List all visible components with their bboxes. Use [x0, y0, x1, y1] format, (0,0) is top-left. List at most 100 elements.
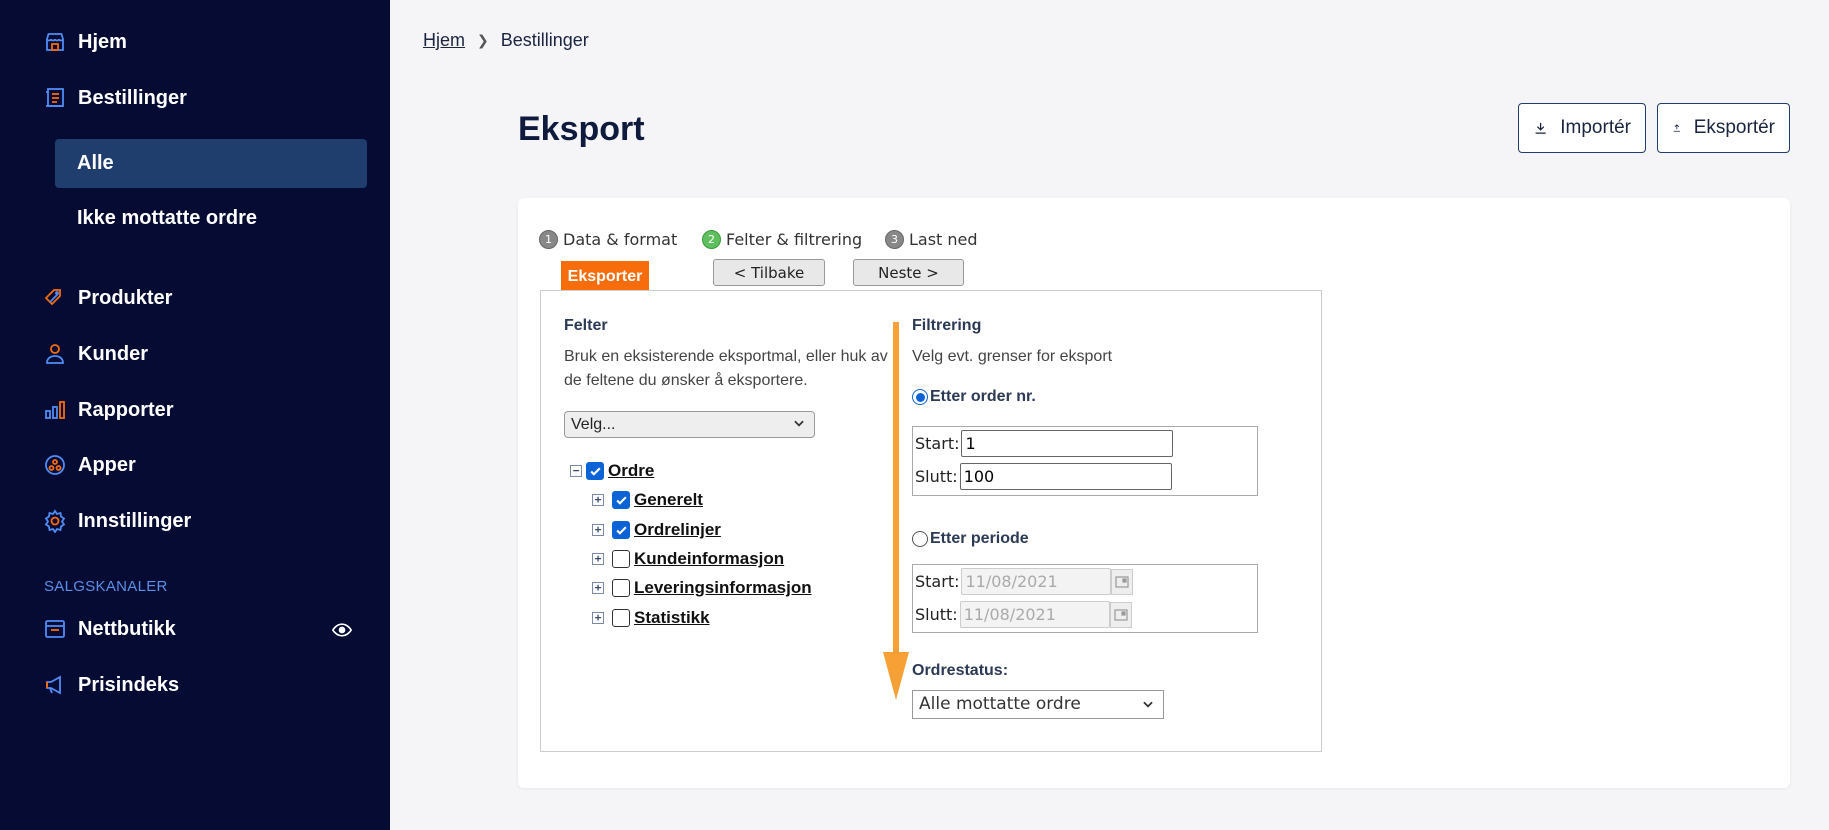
- import-label: Importér: [1560, 117, 1631, 138]
- expand-icon[interactable]: +: [592, 553, 604, 565]
- chevron-down-icon: [794, 420, 804, 427]
- calendar-icon[interactable]: [1111, 568, 1134, 595]
- expand-icon[interactable]: +: [592, 582, 604, 594]
- next-button[interactable]: Neste >: [853, 259, 964, 286]
- step-label: Data & format: [563, 230, 678, 249]
- wizard-step-1[interactable]: 1 Data & format: [539, 230, 677, 249]
- tree-node-generelt: + Generelt: [592, 490, 703, 510]
- export-tab[interactable]: Eksporter: [561, 261, 649, 292]
- wizard-step-3[interactable]: 3 Last ned: [885, 230, 978, 249]
- page-title: Eksport: [518, 110, 645, 148]
- apps-icon: [42, 452, 68, 478]
- tree-label[interactable]: Ordrelinjer: [634, 520, 721, 540]
- step-number: 1: [539, 230, 558, 249]
- radio-label: Etter order nr.: [930, 388, 1036, 405]
- sidebar-item-orders-not-received[interactable]: Ikke mottatte ordre: [77, 207, 257, 230]
- sidebar-item-label: Kunder: [78, 342, 148, 365]
- tree-label[interactable]: Statistikk: [634, 608, 710, 628]
- start-label: Start:: [915, 434, 960, 453]
- sidebar-item-label: Hjem: [78, 30, 127, 53]
- radio-by-period[interactable]: Etter periode: [912, 530, 1029, 548]
- user-icon: [42, 341, 68, 367]
- step-number: 2: [702, 230, 721, 249]
- download-icon: [1535, 122, 1546, 134]
- order-start-input[interactable]: [961, 430, 1174, 457]
- calendar-icon[interactable]: [1109, 601, 1132, 628]
- radio-by-order-no[interactable]: Etter order nr.: [912, 388, 1036, 406]
- upload-icon: [1673, 124, 1681, 132]
- period-end-row: Slutt:: [915, 601, 1132, 628]
- tree-node-leveringsinformasjon: + Leveringsinformasjon: [592, 578, 812, 598]
- sidebar-item-reports[interactable]: Rapporter: [42, 394, 174, 426]
- start-label: Start:: [915, 572, 960, 591]
- orders-list-icon: [42, 85, 68, 111]
- template-select[interactable]: Velg...: [564, 411, 815, 438]
- sidebar-item-label: Nettbutikk: [78, 617, 176, 640]
- sidebar-item-label: Apper: [78, 453, 136, 476]
- sidebar-item-label: Rapporter: [78, 398, 174, 421]
- tree-node-kundeinformasjon: + Kundeinformasjon: [592, 549, 784, 569]
- order-status-select[interactable]: Alle mottatte ordre: [912, 690, 1164, 719]
- import-button[interactable]: Importér: [1518, 103, 1646, 153]
- chevron-down-icon: [1143, 701, 1153, 708]
- expand-icon[interactable]: +: [592, 524, 604, 536]
- collapse-icon[interactable]: −: [570, 465, 582, 477]
- sidebar-item-home[interactable]: Hjem: [42, 26, 127, 58]
- breadcrumb: Hjem ❯ Bestillinger: [423, 30, 589, 51]
- tree-checkbox[interactable]: [612, 579, 630, 597]
- sidebar-item-label: Produkter: [78, 286, 173, 309]
- sidebar-item-products[interactable]: Produkter: [42, 282, 172, 314]
- sidebar-item-label: Prisindeks: [78, 673, 180, 696]
- order-start-row: Start:: [915, 430, 1174, 457]
- radio-button[interactable]: [912, 389, 928, 405]
- tree-node-ordrelinjer: + Ordrelinjer: [592, 520, 721, 540]
- sidebar-item-webshop[interactable]: Nettbutikk: [42, 613, 176, 645]
- tree-label[interactable]: Generelt: [634, 490, 703, 510]
- chevron-right-icon: ❯: [477, 32, 489, 48]
- tree-checkbox[interactable]: [586, 462, 604, 480]
- order-end-input[interactable]: [959, 463, 1172, 490]
- tree-checkbox[interactable]: [612, 550, 630, 568]
- period-range-box: Start: Slutt:: [912, 564, 1258, 633]
- step-label: Felter & filtrering: [726, 230, 863, 249]
- radio-button[interactable]: [912, 531, 928, 547]
- end-label: Slutt:: [915, 605, 958, 624]
- tree-label[interactable]: Kundeinformasjon: [634, 549, 784, 569]
- sidebar-item-customers[interactable]: Kunder: [42, 338, 148, 370]
- fields-description: Bruk en eksisterende eksportmal, eller h…: [564, 348, 888, 389]
- tree-checkbox[interactable]: [612, 491, 630, 509]
- tree-checkbox[interactable]: [612, 609, 630, 627]
- fields-heading: Felter: [564, 317, 608, 334]
- wizard-step-2[interactable]: 2 Felter & filtrering: [702, 230, 862, 249]
- step-label: Last ned: [909, 230, 978, 249]
- order-end-row: Slutt:: [915, 463, 1172, 490]
- order-range-box: Start: Slutt:: [912, 426, 1258, 496]
- breadcrumb-home-link[interactable]: Hjem: [423, 30, 465, 51]
- end-label: Slutt:: [915, 467, 958, 486]
- sidebar-item-label: Bestillinger: [78, 86, 187, 109]
- megaphone-icon: [42, 672, 68, 698]
- sidebar-item-settings[interactable]: Innstillinger: [42, 505, 191, 537]
- eye-icon[interactable]: [332, 620, 352, 640]
- back-button[interactable]: < Tilbake: [713, 259, 825, 286]
- sidebar: Hjem Bestillinger Alle Ikke mottatte ord…: [0, 0, 390, 830]
- period-start-input[interactable]: [961, 568, 1112, 595]
- period-end-input[interactable]: [959, 601, 1110, 628]
- bar-chart-icon: [42, 397, 68, 423]
- sidebar-item-label: Innstillinger: [78, 509, 192, 532]
- tree-label[interactable]: Ordre: [608, 461, 654, 481]
- gear-icon: [42, 508, 68, 534]
- filtering-description: Velg evt. grenser for eksport: [912, 348, 1113, 365]
- radio-label: Etter periode: [930, 530, 1029, 547]
- breadcrumb-current: Bestillinger: [500, 30, 589, 50]
- sidebar-item-price-index[interactable]: Prisindeks: [42, 669, 179, 701]
- sidebar-item-orders-all[interactable]: Alle: [55, 139, 367, 188]
- expand-icon[interactable]: +: [592, 612, 604, 624]
- sidebar-item-apps[interactable]: Apper: [42, 449, 136, 481]
- template-select-value: Velg...: [571, 416, 616, 433]
- expand-icon[interactable]: +: [592, 494, 604, 506]
- export-button[interactable]: Eksportér: [1657, 103, 1790, 153]
- tree-checkbox[interactable]: [612, 521, 630, 539]
- tree-label[interactable]: Leveringsinformasjon: [634, 578, 812, 598]
- sidebar-item-orders[interactable]: Bestillinger: [42, 82, 187, 114]
